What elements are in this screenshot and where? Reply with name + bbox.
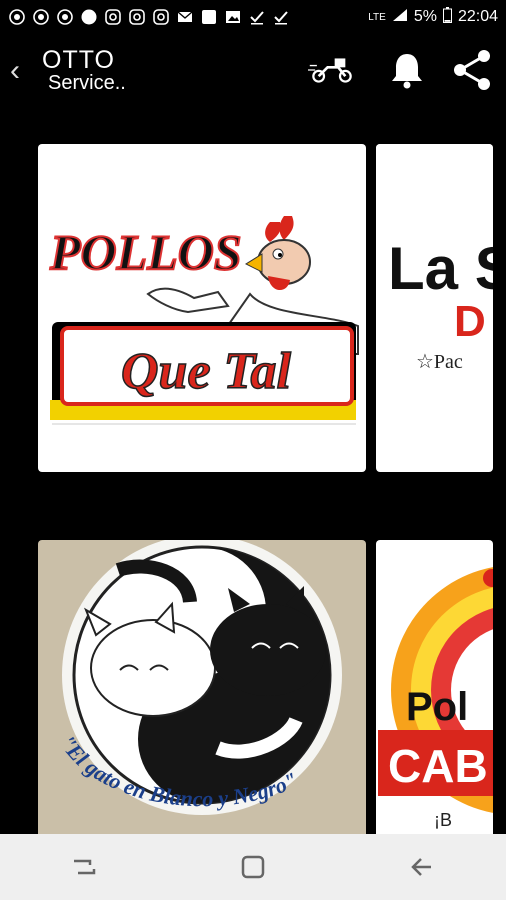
network-label: LTE <box>368 11 386 23</box>
delivery-button[interactable] <box>308 46 356 94</box>
clock: 22:04 <box>457 8 498 25</box>
restaurant-card[interactable]: POLLOS Que Tal <box>38 144 366 472</box>
whatsapp-icon <box>56 9 73 26</box>
back-button[interactable]: ‹ <box>10 54 20 88</box>
recent-apps-button[interactable] <box>54 842 114 892</box>
home-icon <box>241 855 265 879</box>
whatsapp-icon <box>8 9 25 26</box>
whatsapp-icon <box>32 9 49 26</box>
square-icon <box>200 9 217 26</box>
notifications-button[interactable] <box>383 46 431 94</box>
restaurant-logo: "El gato en Blanco y Negro" <box>55 540 342 815</box>
image-icon <box>224 9 241 26</box>
check-icon <box>248 9 265 26</box>
brand-tagline: ¡B <box>434 810 452 830</box>
restaurant-card[interactable]: Pol CAB ¡B <box>376 540 493 834</box>
logo-bottom-text: Service.. <box>48 72 126 94</box>
gif-icon <box>80 9 97 26</box>
instagram-icon <box>152 9 169 26</box>
restaurant-card[interactable]: La S D ☆Pac <box>376 144 493 472</box>
back-nav-button[interactable] <box>392 842 452 892</box>
home-button[interactable] <box>223 842 283 892</box>
battery-percent: 5% <box>413 8 437 25</box>
mail-icon <box>176 9 193 26</box>
brand-tagline: ☆Pac <box>416 351 463 373</box>
restaurant-card[interactable]: "El gato en Blanco y Negro" <box>38 540 366 834</box>
restaurant-logo: POLLOS Que Tal <box>48 216 359 425</box>
status-indicators: LTE 5% 22:04 <box>368 6 498 28</box>
instagram-icon <box>104 9 121 26</box>
brand-name-1: Pol <box>406 685 468 729</box>
brand-name-2: D <box>454 297 486 346</box>
bell-icon <box>392 54 422 89</box>
brand-name-2: Que Tal <box>121 343 292 400</box>
notification-icons <box>8 9 289 26</box>
check-icon <box>272 9 289 26</box>
recent-apps-icon <box>74 859 96 875</box>
system-navigation-bar <box>0 834 506 900</box>
back-arrow-icon <box>410 858 431 876</box>
motorcycle-icon <box>308 58 352 83</box>
share-icon <box>454 50 490 90</box>
battery-icon <box>442 6 452 28</box>
logo-top-text: OTTO <box>42 46 115 74</box>
app-bar: ‹ OTTO Service.. <box>0 34 506 104</box>
status-bar: LTE 5% 22:04 <box>0 0 506 34</box>
brand-name-1: La S <box>388 235 493 302</box>
restaurant-logo: La S D ☆Pac <box>376 144 493 373</box>
signal-icon <box>392 8 408 27</box>
instagram-icon <box>128 9 145 26</box>
brand-name-2: CAB <box>388 740 488 792</box>
share-button[interactable] <box>448 46 496 94</box>
restaurant-logo: Pol CAB ¡B <box>378 567 493 830</box>
brand-name-1: POLLOS <box>49 224 242 280</box>
app-logo: OTTO Service.. <box>42 46 126 94</box>
